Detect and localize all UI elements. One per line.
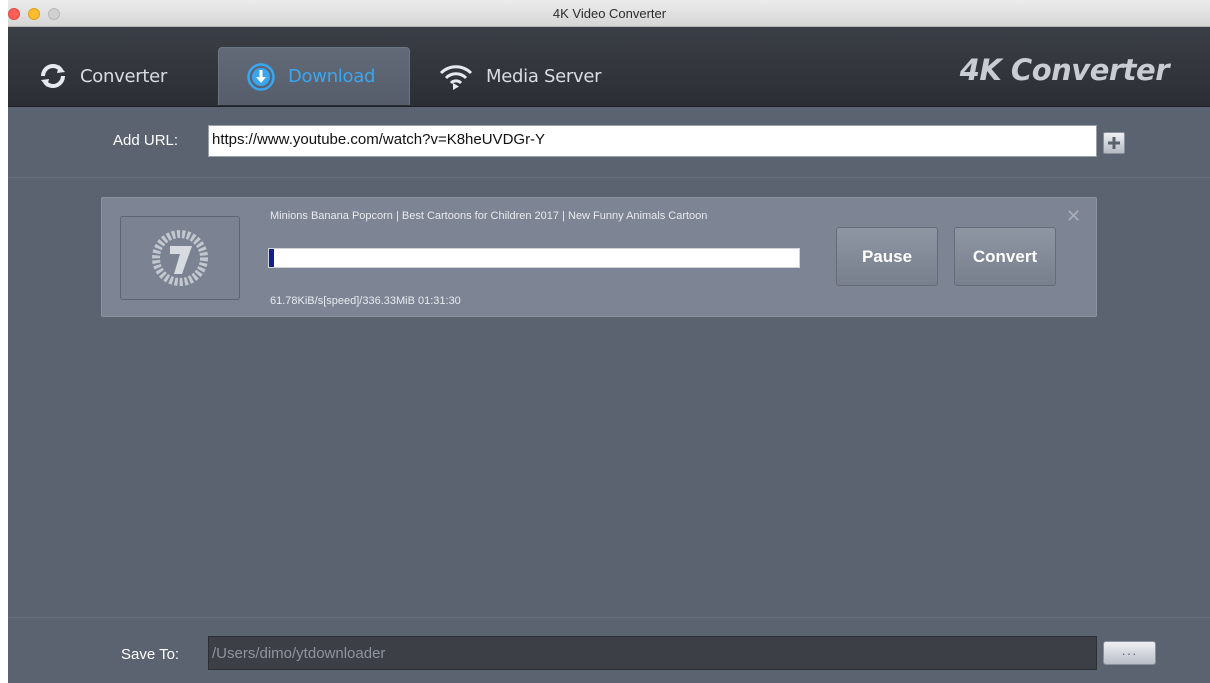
add-url-row: Add URL: https://www.youtube.com/watch?v… [8,108,1210,178]
add-url-button[interactable] [1103,132,1125,154]
download-item: Minions Banana Popcorn | Best Cartoons f… [101,197,1097,317]
tab-media-server[interactable]: Media Server [438,47,638,105]
download-progress-fill [269,249,275,267]
tab-download-label: Download [288,66,376,87]
pause-button[interactable]: Pause [836,227,938,286]
wifi-icon [439,65,473,90]
tab-bar: Converter Download Media Server 4K Conve… [8,27,1210,107]
url-input[interactable]: https://www.youtube.com/watch?v=K8heUVDG… [208,125,1097,157]
download-progress-bar [268,248,800,268]
add-url-label: Add URL: [113,132,179,149]
close-icon[interactable]: ✕ [1066,206,1081,227]
video-title: Minions Banana Popcorn | Best Cartoons f… [270,210,708,222]
video-thumbnail [120,216,240,300]
refresh-icon [41,64,65,88]
convert-button[interactable]: Convert [954,227,1056,286]
placeholder-video-icon [152,230,208,286]
title-bar: 4K Video Converter [8,0,1210,27]
save-path-field[interactable]: /Users/dimo/ytdownloader [208,636,1097,670]
tab-converter-label: Converter [80,65,167,87]
tab-media-server-label: Media Server [486,65,602,87]
window-title: 4K Video Converter [552,6,667,21]
download-icon [247,62,275,91]
brand-logo: 4K Converter [959,53,1170,87]
tab-converter[interactable]: Converter [38,47,198,105]
download-status: 61.78KiB/s[speed]/336.33MiB 01:31:30 [270,295,461,307]
tab-download[interactable]: Download [218,47,410,105]
save-to-label: Save To: [121,646,180,663]
app-window: 4K Video Converter Converter Download Me… [8,0,1210,683]
plus-icon [1108,137,1120,149]
save-to-row: Save To: /Users/dimo/ytdownloader ··· [8,617,1210,683]
browse-button[interactable]: ··· [1103,641,1156,665]
